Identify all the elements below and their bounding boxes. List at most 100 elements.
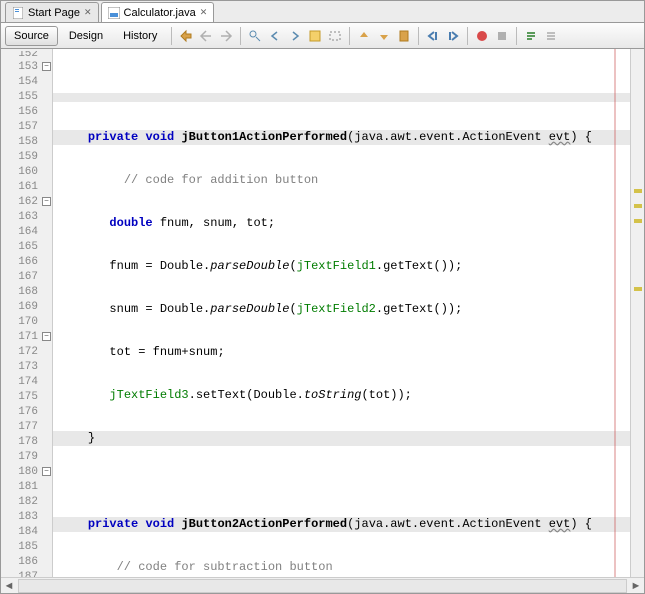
line-number: 176 [1, 405, 52, 420]
toggle-bookmark-icon[interactable] [395, 27, 413, 45]
separator [467, 27, 468, 45]
line-number: 183 [1, 510, 52, 525]
forward-icon[interactable] [217, 27, 235, 45]
tab-calculator-java[interactable]: Calculator.java ✕ [101, 2, 215, 22]
next-bookmark-icon[interactable] [375, 27, 393, 45]
line-number: 154 [1, 75, 52, 90]
fold-toggle-icon[interactable]: − [42, 467, 51, 476]
code-line [53, 474, 630, 489]
shift-left-icon[interactable] [424, 27, 442, 45]
code-line: tot = fnum+snum; [53, 345, 630, 360]
prev-bookmark-icon[interactable] [355, 27, 373, 45]
start-macro-icon[interactable] [473, 27, 491, 45]
line-number: 166 [1, 255, 52, 270]
line-number: 157 [1, 120, 52, 135]
file-tabs: Start Page ✕ Calculator.java ✕ [1, 1, 644, 23]
code-line: snum = Double.parseDouble(jTextField2.ge… [53, 302, 630, 317]
warning-mark[interactable] [634, 287, 642, 291]
line-number: 165 [1, 240, 52, 255]
line-number: 182 [1, 495, 52, 510]
line-number: 171− [1, 330, 52, 345]
line-number: 179 [1, 450, 52, 465]
code-line: private void jButton2ActionPerformed(jav… [53, 517, 630, 532]
scrollbar-track[interactable] [18, 579, 627, 593]
uncomment-icon[interactable] [542, 27, 560, 45]
line-number: 158 [1, 135, 52, 150]
code-line [53, 93, 630, 102]
warning-mark[interactable] [634, 204, 642, 208]
separator [171, 27, 172, 45]
line-number: 173 [1, 360, 52, 375]
find-prev-icon[interactable] [266, 27, 284, 45]
line-number: 153− [1, 60, 52, 75]
tab-start-page[interactable]: Start Page ✕ [5, 2, 99, 22]
stop-macro-icon[interactable] [493, 27, 511, 45]
line-number: 162− [1, 195, 52, 210]
horizontal-scrollbar[interactable]: ◄ ► [1, 577, 644, 593]
tab-history[interactable]: History [114, 26, 166, 46]
line-number: 164 [1, 225, 52, 240]
back-icon[interactable] [197, 27, 215, 45]
editor-toolbar: Source Design History [1, 23, 644, 49]
line-number: 156 [1, 105, 52, 120]
toggle-rect-select-icon[interactable] [326, 27, 344, 45]
warning-mark[interactable] [634, 189, 642, 193]
line-number: 187 [1, 570, 52, 577]
close-icon[interactable]: ✕ [84, 7, 92, 18]
page-icon [12, 7, 24, 19]
line-number: 185 [1, 540, 52, 555]
line-number: 178 [1, 435, 52, 450]
line-number: 177 [1, 420, 52, 435]
scroll-right-icon[interactable]: ► [628, 580, 644, 592]
tab-label: History [123, 30, 157, 42]
line-number: 175 [1, 390, 52, 405]
tab-label: Start Page [28, 7, 80, 19]
line-number: 152 [1, 51, 52, 60]
tab-label: Calculator.java [124, 7, 196, 19]
scroll-left-icon[interactable]: ◄ [1, 580, 17, 592]
line-number: 170 [1, 315, 52, 330]
fold-toggle-icon[interactable]: − [42, 332, 51, 341]
separator [349, 27, 350, 45]
line-number: 160 [1, 165, 52, 180]
code-line: // code for subtraction button [53, 560, 630, 575]
line-number: 169 [1, 300, 52, 315]
code-editor[interactable]: 152 153− 154 155 156 157 158 159 160 161… [1, 49, 644, 577]
line-number: 163 [1, 210, 52, 225]
code-area[interactable]: private void jButton1ActionPerformed(jav… [53, 49, 630, 577]
line-number: 180− [1, 465, 52, 480]
tab-label: Design [69, 30, 103, 42]
tab-source[interactable]: Source [5, 26, 58, 46]
tab-label: Source [14, 30, 49, 42]
line-number: 174 [1, 375, 52, 390]
line-number: 172 [1, 345, 52, 360]
line-number: 159 [1, 150, 52, 165]
find-next-icon[interactable] [286, 27, 304, 45]
separator [516, 27, 517, 45]
comment-icon[interactable] [522, 27, 540, 45]
line-number: 181 [1, 480, 52, 495]
fold-toggle-icon[interactable]: − [42, 197, 51, 206]
close-icon[interactable]: ✕ [200, 7, 208, 18]
fold-toggle-icon[interactable]: − [42, 62, 51, 71]
line-number: 167 [1, 270, 52, 285]
line-number: 155 [1, 90, 52, 105]
code-line: fnum = Double.parseDouble(jTextField1.ge… [53, 259, 630, 274]
shift-right-icon[interactable] [444, 27, 462, 45]
code-line: // code for addition button [53, 173, 630, 188]
warning-mark[interactable] [634, 219, 642, 223]
find-selection-icon[interactable] [246, 27, 264, 45]
right-margin-line [614, 49, 616, 577]
line-number: 186 [1, 555, 52, 570]
toggle-highlight-icon[interactable] [306, 27, 324, 45]
error-stripe[interactable] [630, 49, 644, 577]
code-line: } [53, 431, 630, 446]
separator [418, 27, 419, 45]
separator [240, 27, 241, 45]
code-line: private void jButton1ActionPerformed(jav… [53, 130, 630, 145]
code-line: jTextField3.setText(Double.toString(tot)… [53, 388, 630, 403]
tab-design[interactable]: Design [60, 26, 112, 46]
line-number: 184 [1, 525, 52, 540]
line-number: 161 [1, 180, 52, 195]
last-edit-icon[interactable] [177, 27, 195, 45]
